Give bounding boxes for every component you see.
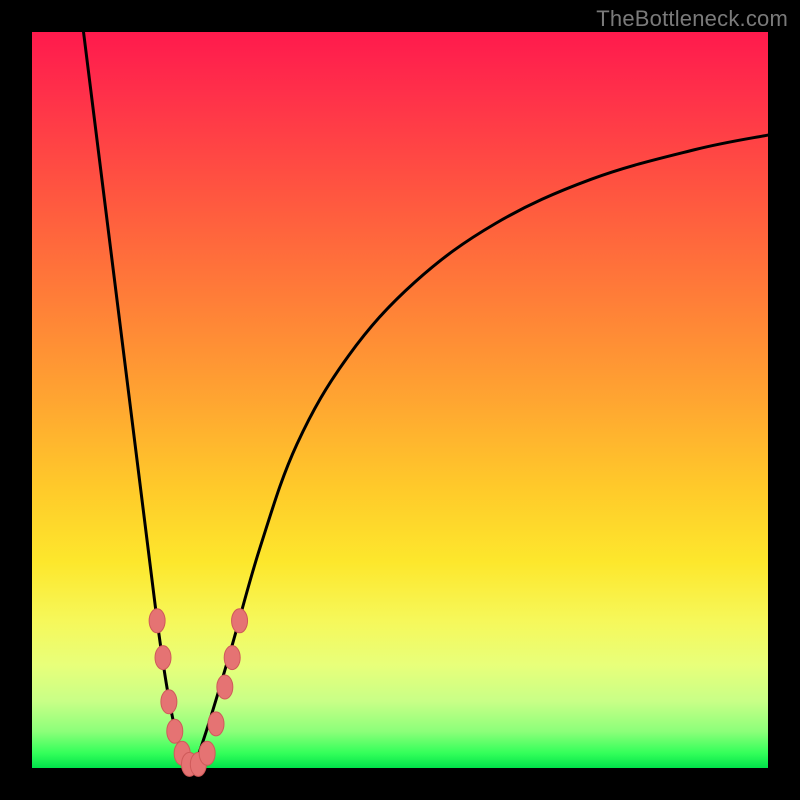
highlight-marker xyxy=(161,690,177,714)
highlight-marker xyxy=(155,646,171,670)
highlight-marker xyxy=(224,646,240,670)
highlight-marker xyxy=(208,712,224,736)
highlight-marker xyxy=(199,741,215,765)
chart-svg xyxy=(0,0,800,800)
highlight-marker xyxy=(232,609,248,633)
highlight-marker xyxy=(217,675,233,699)
chart-frame: TheBottleneck.com xyxy=(0,0,800,800)
curve-layer xyxy=(84,32,768,768)
curve-right-branch xyxy=(194,135,768,768)
highlight-marker xyxy=(167,719,183,743)
highlight-marker xyxy=(149,609,165,633)
curve-left-branch xyxy=(84,32,194,768)
